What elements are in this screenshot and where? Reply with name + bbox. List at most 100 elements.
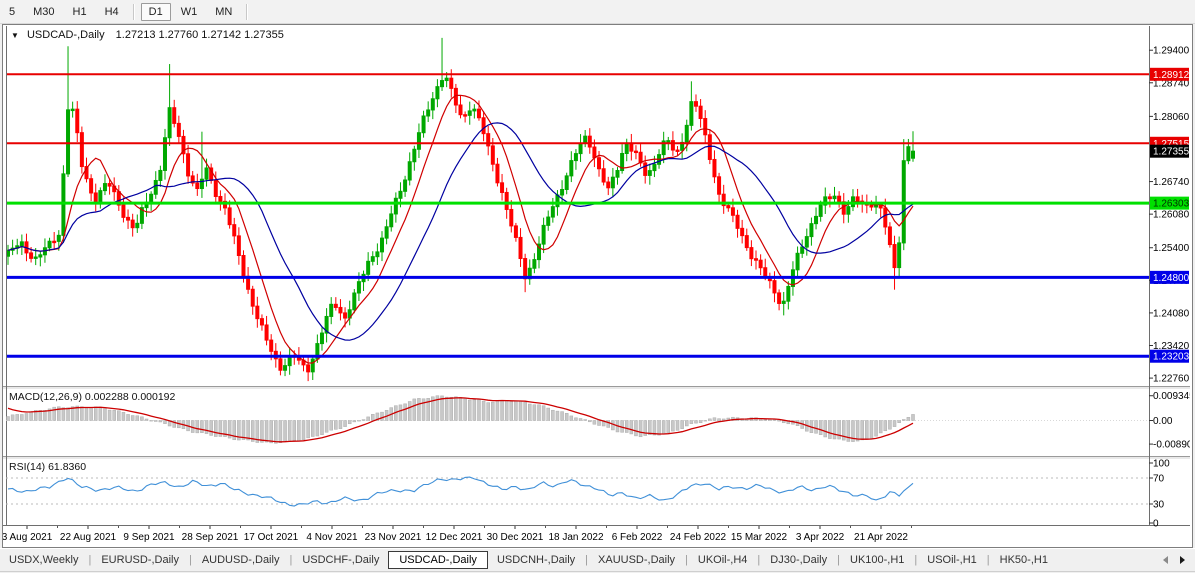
macd-histogram-bar: [547, 408, 550, 420]
chart-title: ▼ USDCAD-,Daily 1.27213 1.27760 1.27142 …: [11, 29, 284, 41]
macd-histogram-bar: [7, 417, 10, 421]
candle-body: [611, 177, 614, 188]
macd-histogram-bar: [339, 421, 342, 429]
time-axis-label: 18 Jan 2022: [548, 532, 603, 543]
candle-body: [588, 136, 591, 147]
toolbar-separator: [133, 4, 135, 20]
macd-histogram-bar: [653, 421, 656, 436]
macd-histogram-bar: [639, 421, 642, 437]
macd-histogram-bar: [681, 421, 684, 429]
candle-body: [648, 171, 651, 176]
candle-body: [385, 227, 388, 238]
candle-body: [727, 206, 730, 208]
macd-histogram-bar: [764, 420, 767, 421]
tab-hk50-h1[interactable]: HK50-,H1: [991, 552, 1057, 568]
macd-histogram-bar: [16, 414, 19, 420]
macd-histogram-bar: [270, 421, 273, 443]
candle-body: [233, 225, 236, 236]
candle-body: [122, 205, 125, 217]
candle-body: [671, 141, 674, 150]
time-axis-label: 28 Sep 2021: [182, 532, 239, 543]
macd-histogram-bar: [30, 412, 33, 421]
time-axis-label: 30 Dec 2021: [487, 532, 544, 543]
tab-usdchf-daily[interactable]: USDCHF-,Daily: [293, 552, 388, 568]
candle-body: [256, 306, 259, 318]
macd-histogram-bar: [510, 401, 513, 420]
candle-body: [644, 163, 647, 175]
timeframe-button-m30[interactable]: M30: [25, 3, 62, 21]
tab-dj30-daily[interactable]: DJ30-,Daily: [761, 552, 836, 568]
macd-histogram-bar: [80, 407, 83, 421]
candle-body: [103, 184, 106, 191]
candle-body: [833, 196, 836, 198]
candle-body: [565, 176, 568, 190]
candle-body: [260, 319, 263, 325]
candle-body: [468, 111, 471, 115]
time-axis[interactable]: 3 Aug 202122 Aug 20219 Sep 202128 Sep 20…: [3, 526, 912, 543]
timeframe-button-h1[interactable]: H1: [65, 3, 95, 21]
macd-histogram-bar: [297, 421, 300, 441]
candle-body: [787, 286, 790, 301]
candle-body: [898, 243, 901, 268]
macd-histogram-bar: [43, 410, 46, 420]
candle-body: [514, 226, 517, 238]
tab-usdx-weekly[interactable]: USDX,Weekly: [0, 552, 87, 568]
candle-body: [265, 325, 268, 340]
candle-body: [131, 220, 134, 228]
tab-eurusd-daily[interactable]: EURUSD-,Daily: [92, 552, 188, 568]
timeframe-button-h4[interactable]: H4: [97, 3, 127, 21]
tab-xauusd-daily[interactable]: XAUUSD-,Daily: [589, 552, 684, 568]
macd-histogram-bar: [136, 416, 139, 421]
level-badge-label: 1.24800: [1153, 273, 1190, 284]
time-axis-label: 6 Feb 2022: [612, 532, 663, 543]
timeframe-button-d1[interactable]: D1: [141, 3, 171, 21]
rsi-axis-label: 70: [1153, 474, 1165, 485]
candle-body: [76, 109, 79, 132]
candle-body: [625, 143, 628, 154]
tab-scroll-arrows: [1163, 556, 1195, 564]
tab-usoil-h1[interactable]: USOil-,H1: [918, 552, 986, 568]
price-axis-label: 1.28060: [1153, 112, 1190, 123]
candle-body: [339, 307, 342, 312]
macd-histogram-bar: [316, 421, 319, 437]
candle-body: [53, 241, 56, 242]
candle-body: [30, 253, 33, 258]
macd-histogram-bar: [501, 400, 504, 420]
chart-plot-area[interactable]: [6, 26, 1149, 525]
candle-body: [177, 123, 180, 136]
candle-body: [570, 161, 573, 176]
candle-body: [436, 87, 439, 99]
tab-ukoil-h4[interactable]: UKOil-,H4: [689, 552, 757, 568]
candle-body: [399, 191, 402, 198]
macd-histogram-bar: [200, 421, 203, 433]
timeframe-button-5[interactable]: 5: [1, 3, 23, 21]
tab-scroll-right-button[interactable]: [1180, 556, 1185, 564]
macd-histogram-bar: [676, 421, 679, 431]
candle-body: [154, 180, 157, 194]
tab-uk100-h1[interactable]: UK100-,H1: [841, 552, 913, 568]
candle-body: [334, 304, 337, 307]
tab-audusd-daily[interactable]: AUDUSD-,Daily: [193, 552, 289, 568]
chart-symbol-label: USDCAD-,Daily: [27, 29, 105, 41]
dropdown-arrow-icon[interactable]: ▼: [11, 31, 19, 40]
macd-histogram-bar: [90, 408, 93, 421]
timeframe-button-w1[interactable]: W1: [173, 3, 206, 21]
rsi-axis-label: 100: [1153, 459, 1170, 470]
macd-histogram-bar: [62, 408, 65, 421]
macd-histogram-bar: [902, 419, 905, 420]
macd-histogram-bar: [625, 421, 628, 433]
macd-histogram-bar: [94, 407, 97, 421]
tab-scroll-left-button[interactable]: [1163, 556, 1168, 564]
candle-body: [496, 164, 499, 183]
macd-histogram-bar: [459, 397, 462, 420]
chart-canvas[interactable]: 1.294001.287401.280601.267401.260801.254…: [3, 25, 1190, 545]
tab-usdcad-daily[interactable]: USDCAD-,Daily: [388, 551, 488, 569]
tab-usdcnh-daily[interactable]: USDCNH-,Daily: [488, 552, 584, 568]
candle-body: [187, 154, 190, 176]
candle-body: [57, 235, 60, 241]
macd-histogram-bar: [824, 421, 827, 437]
time-axis-label: 21 Apr 2022: [854, 532, 908, 543]
toolbar-separator: [246, 4, 248, 20]
timeframe-button-mn[interactable]: MN: [207, 3, 240, 21]
macd-histogram-bar: [163, 421, 166, 424]
